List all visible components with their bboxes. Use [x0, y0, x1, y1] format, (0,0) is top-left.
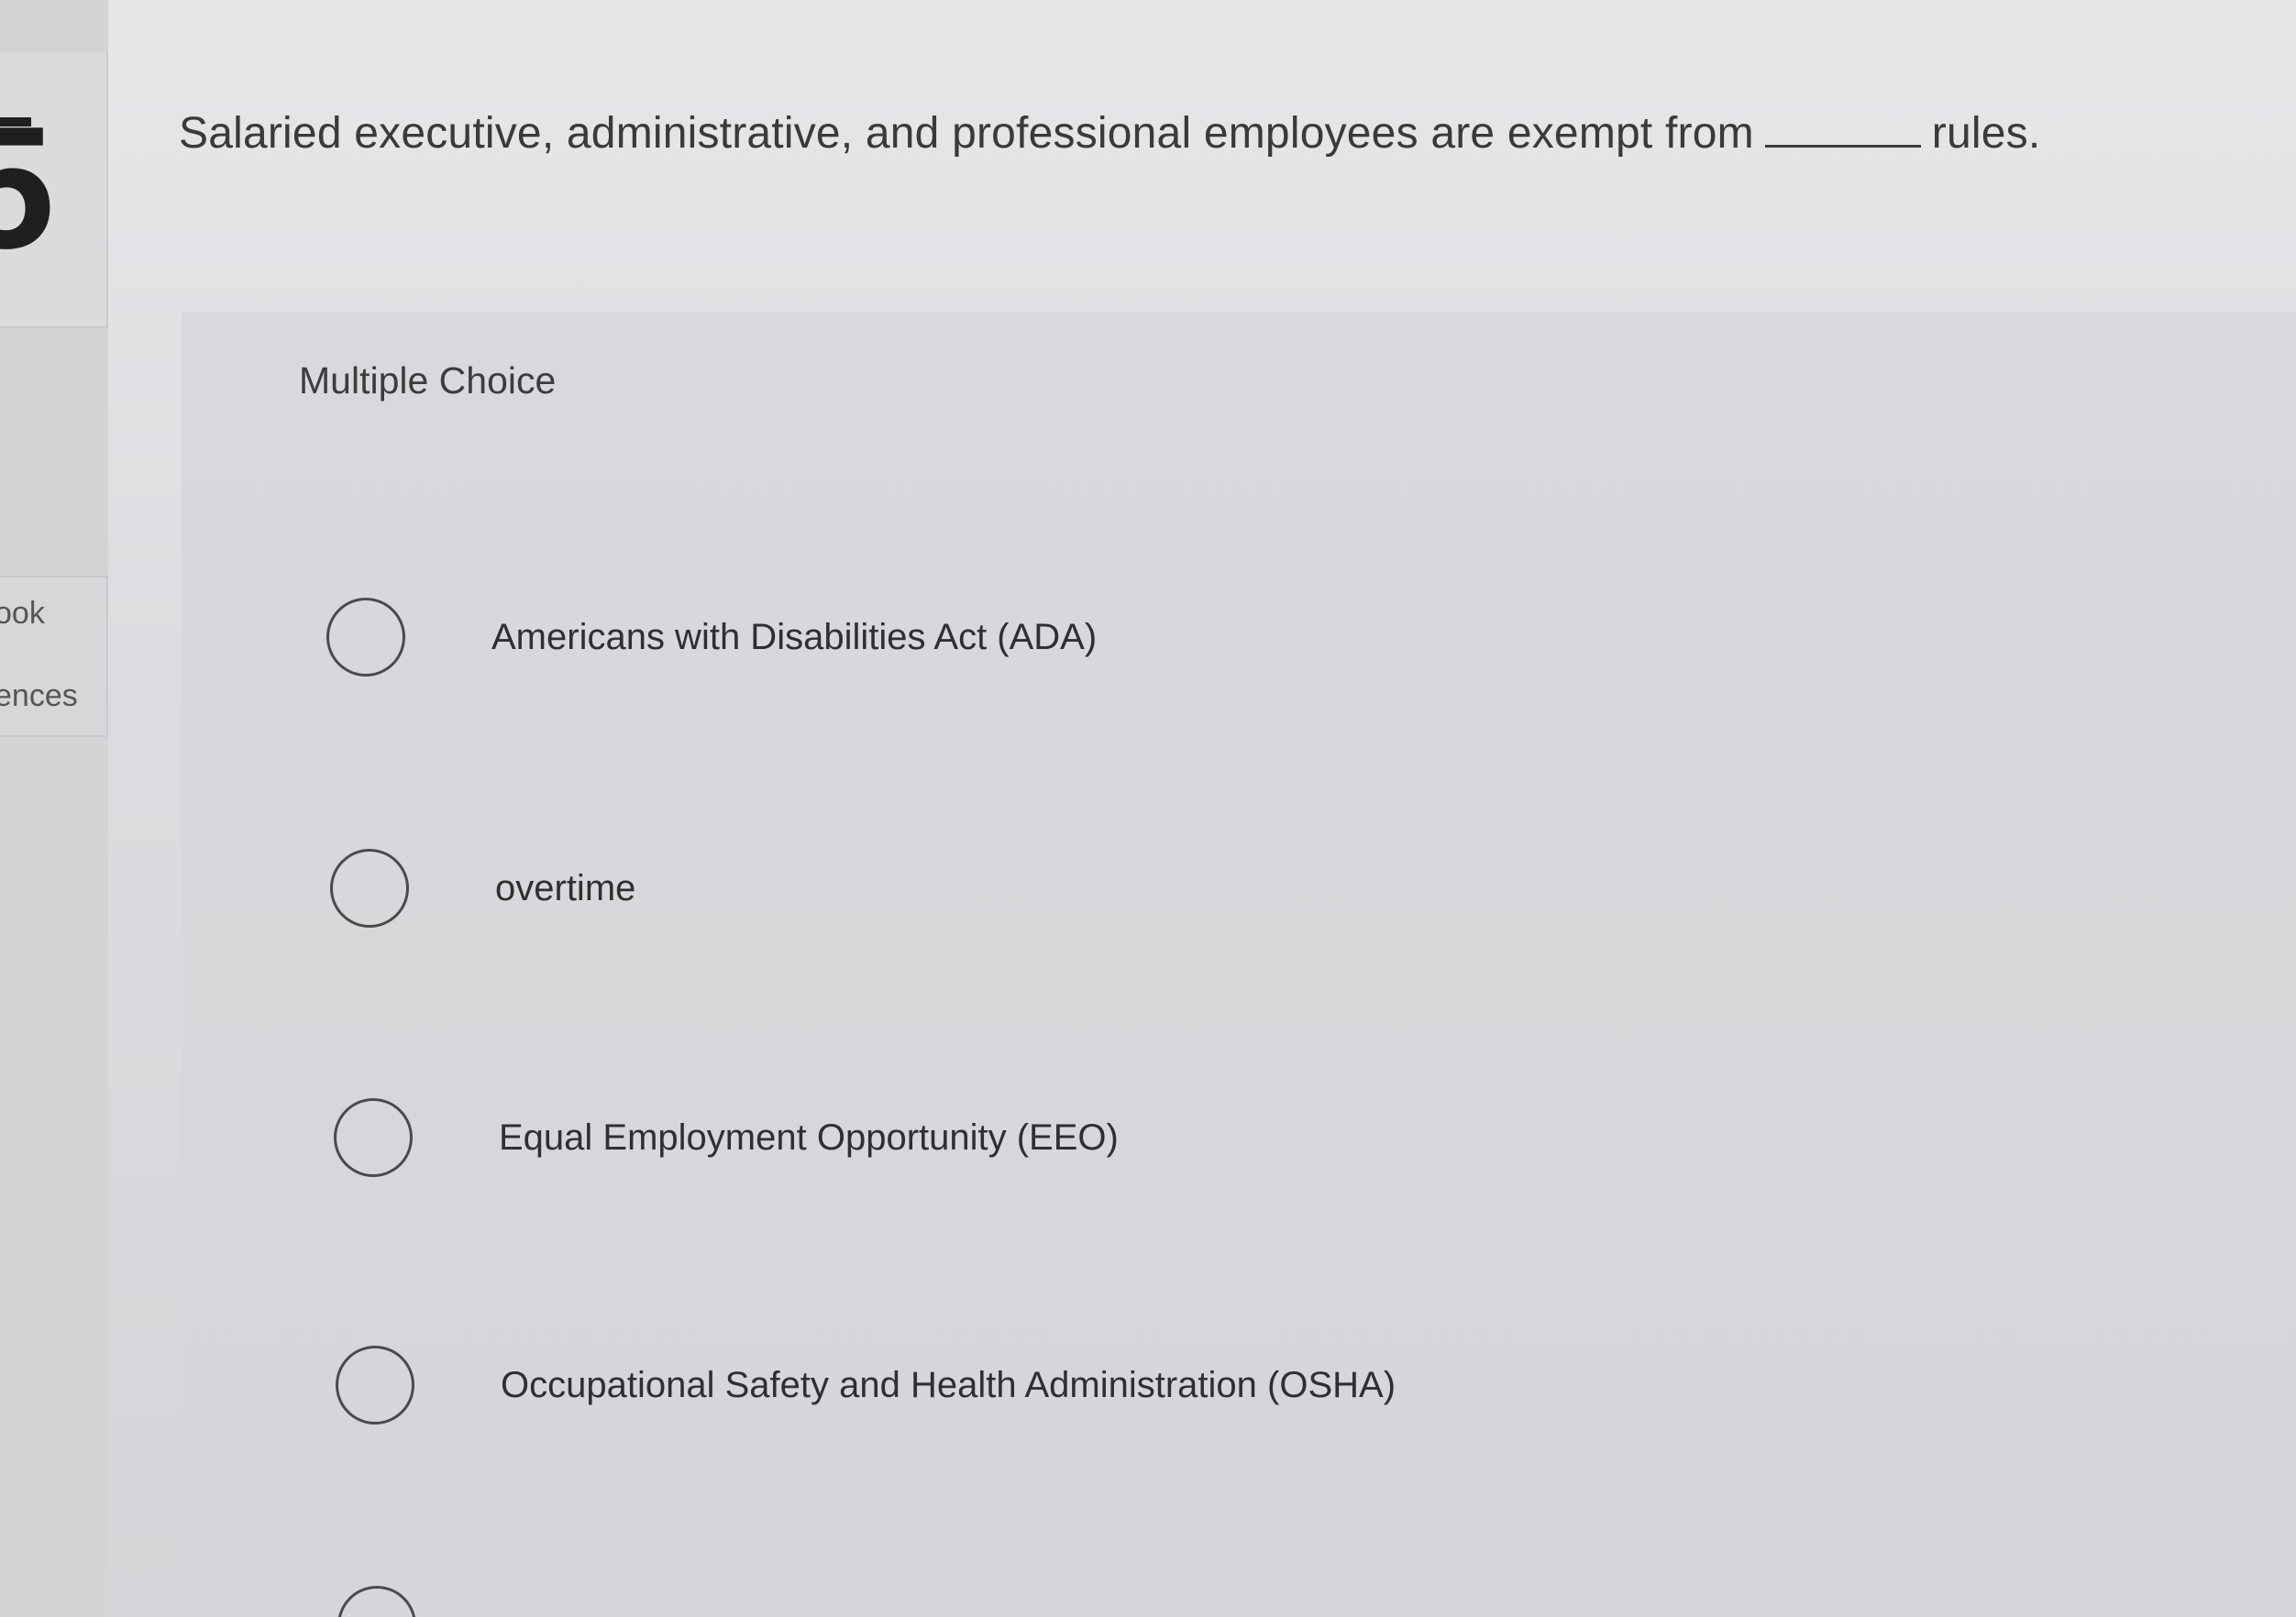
answer-option-label[interactable]: Occupational Safety and Health Administr…	[501, 1365, 1396, 1406]
radio-button[interactable]	[334, 1098, 413, 1177]
sidebar-link-references[interactable]: ences	[0, 678, 78, 714]
radio-button[interactable]	[326, 598, 405, 676]
answer-option-overtime[interactable]: overtime	[330, 847, 1797, 930]
left-sidebar: 5 ook ences	[0, 0, 108, 1617]
question-text-after: rules.	[1931, 109, 2041, 158]
radio-button[interactable]	[330, 849, 409, 928]
answer-option-label[interactable]: Equal Employment Opportunity (EEO)	[499, 1117, 1119, 1159]
multiple-choice-heading: Multiple Choice	[299, 359, 557, 402]
radio-button[interactable]	[336, 1346, 414, 1424]
radio-button[interactable]	[337, 1586, 416, 1617]
question-text: Salaried executive, administrative, and …	[179, 108, 2242, 159]
question-blank	[1764, 111, 1921, 148]
answer-option-osha[interactable]: Occupational Safety and Health Administr…	[336, 1344, 1803, 1426]
question-number: 5	[0, 91, 55, 285]
quiz-page: 5 ook ences Salaried executive, administ…	[0, 0, 2296, 1617]
answer-option-ada[interactable]: Americans with Disabilities Act (ADA)	[326, 596, 1794, 678]
question-text-before: Salaried executive, administrative, and …	[179, 109, 1754, 158]
sidebar-link-ebook[interactable]: ook	[0, 596, 45, 632]
answer-option-partial[interactable]	[337, 1584, 1805, 1617]
answer-option-eeo[interactable]: Equal Employment Opportunity (EEO)	[334, 1096, 1801, 1179]
answer-option-label[interactable]: overtime	[495, 868, 635, 909]
answer-option-label[interactable]: Americans with Disabilities Act (ADA)	[491, 617, 1097, 658]
